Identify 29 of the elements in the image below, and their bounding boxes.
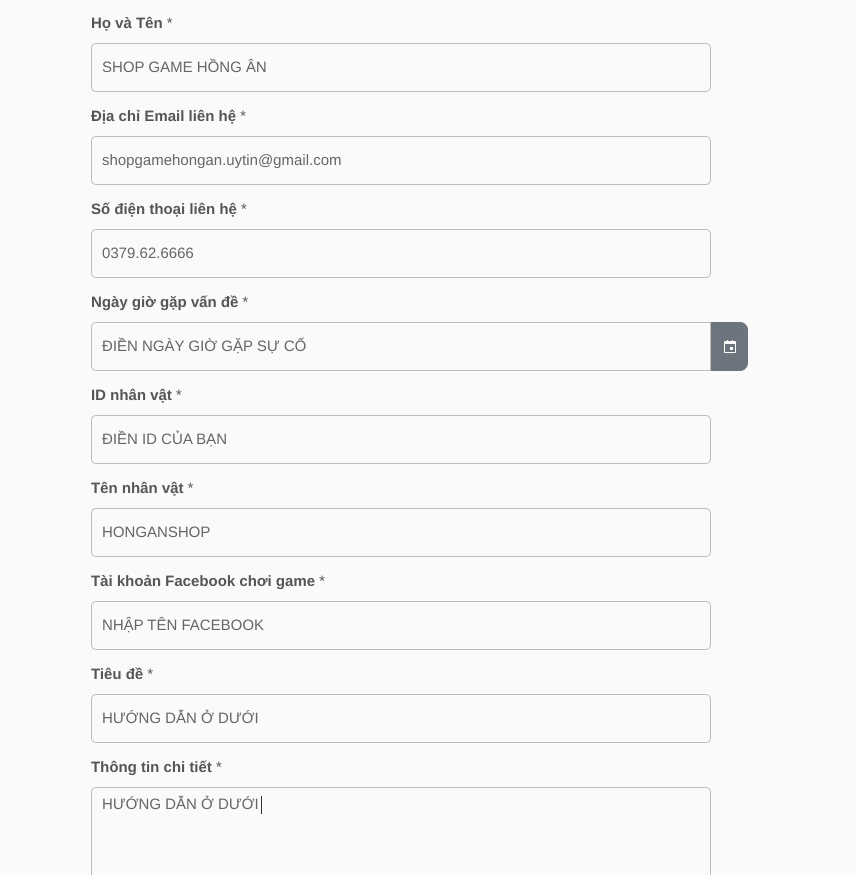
calendar-icon xyxy=(722,338,738,354)
required-asterisk: * xyxy=(188,480,194,499)
input-field[interactable]: SHOP GAME HỒNG ÂN xyxy=(91,43,711,92)
field-label: Tài khoản Facebook chơi game xyxy=(91,573,316,592)
input-field[interactable]: shopgamehongan.uytin@gmail.com xyxy=(91,136,711,185)
field-label: Tiêu đề xyxy=(91,666,144,685)
field-label: Họ và Tên xyxy=(91,15,163,34)
input-field[interactable]: ĐIỀN ID CỦA BẠN xyxy=(91,415,711,464)
input-field[interactable]: HƯỚNG DẪN Ở DƯỚI xyxy=(91,694,711,743)
field-label: ID nhân vật xyxy=(91,387,172,406)
required-asterisk: * xyxy=(216,759,222,778)
required-asterisk: * xyxy=(240,201,247,220)
input-field[interactable]: NHẬP TÊN FACEBOOK xyxy=(91,601,711,650)
required-asterisk: * xyxy=(319,573,325,592)
field-label: Địa chỉ Email liên hệ xyxy=(91,108,236,127)
input-field[interactable]: 0379.62.6666 xyxy=(91,229,711,278)
field-label: Ngày giờ gặp vấn đề xyxy=(91,294,238,313)
input-field[interactable]: HONGANSHOP xyxy=(91,508,711,557)
required-asterisk: * xyxy=(166,15,173,34)
field-label: Thông tin chi tiết xyxy=(91,759,212,778)
text-area[interactable]: HƯỚNG DẪN Ở DƯỚI xyxy=(91,787,711,875)
date-field[interactable]: ĐIỀN NGÀY GIỜ GẶP SỰ CỐ xyxy=(91,322,711,371)
calendar-button[interactable] xyxy=(711,322,748,371)
required-asterisk: * xyxy=(240,108,246,127)
required-asterisk: * xyxy=(147,666,154,685)
required-asterisk: * xyxy=(176,387,182,406)
field-label: Số điện thoại liên hệ xyxy=(91,201,237,220)
required-asterisk: * xyxy=(242,294,248,313)
field-label: Tên nhân vật xyxy=(91,480,184,499)
